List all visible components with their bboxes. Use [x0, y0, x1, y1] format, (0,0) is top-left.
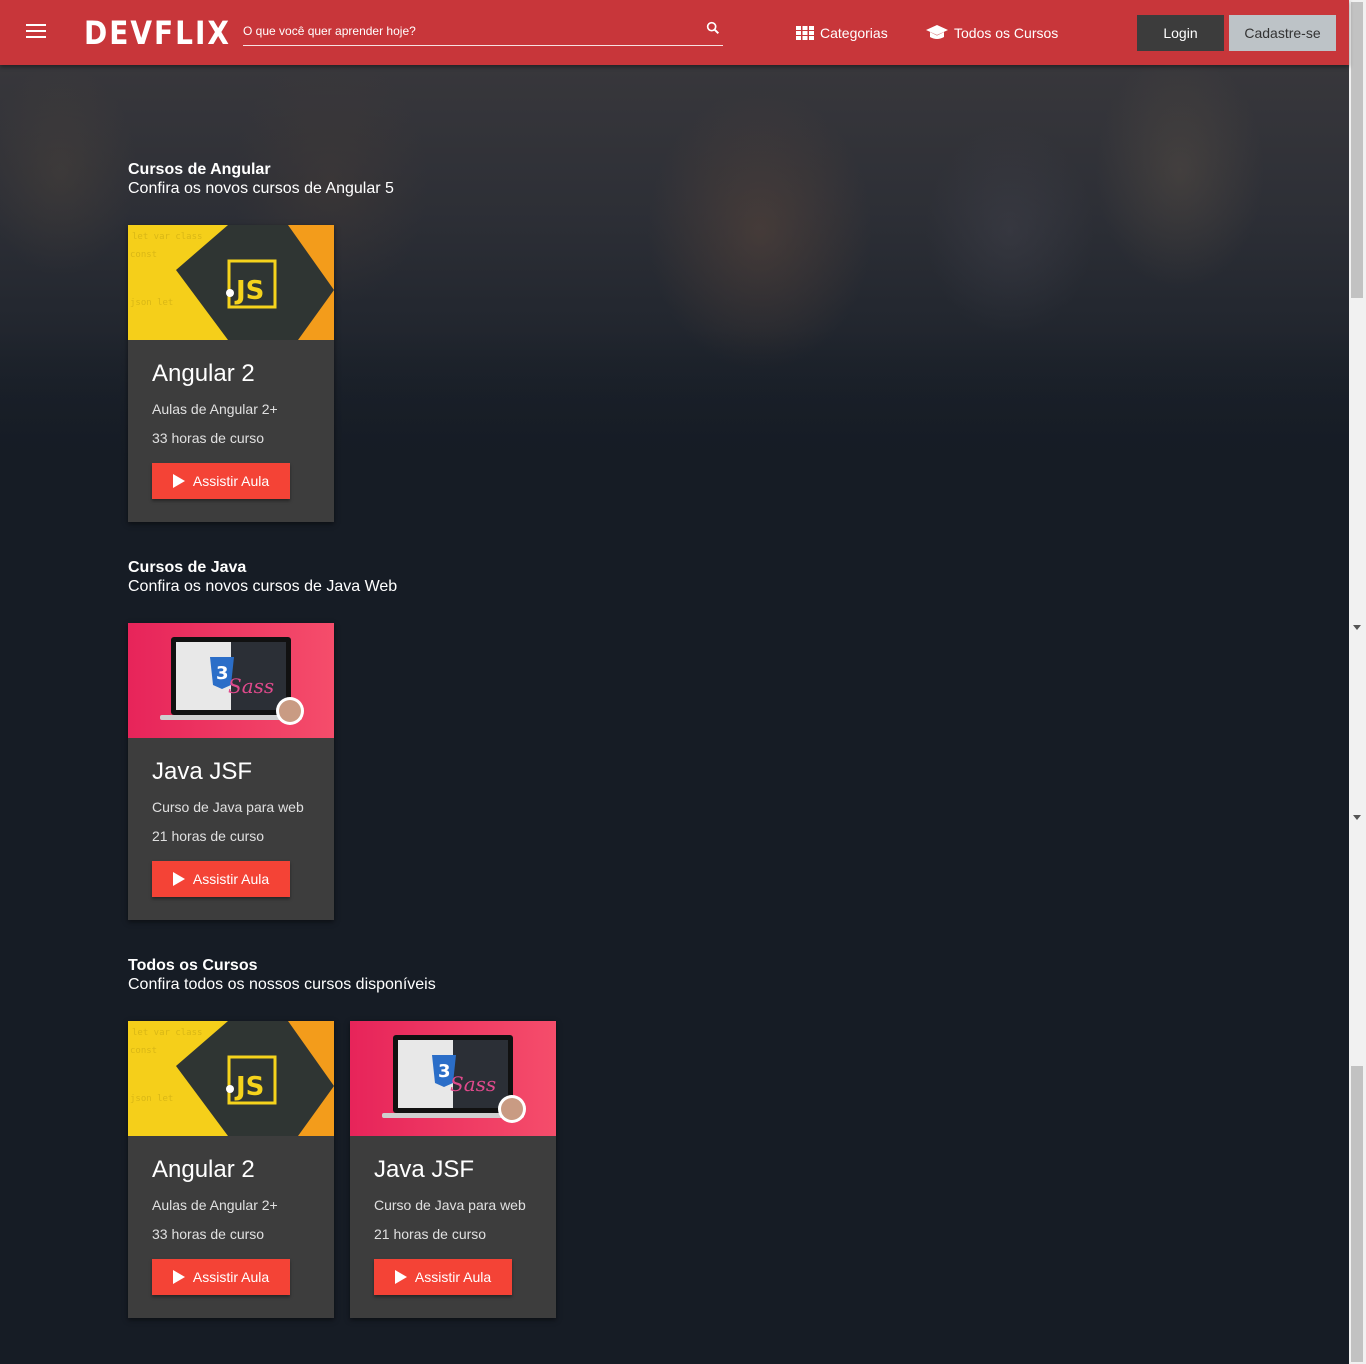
course-hours: 33 horas de curso	[152, 1226, 265, 1242]
search-icon[interactable]	[705, 20, 721, 36]
section-angular: Cursos de Angular Confira os novos curso…	[128, 160, 394, 522]
svg-text:JS: JS	[234, 276, 264, 306]
course-card[interactable]: 3 Sass Java JSF Curso de Java para web 2…	[128, 623, 334, 920]
course-list: JS let var class const json let Angular …	[128, 225, 334, 522]
css-sass-thumbnail: 3 Sass	[350, 1021, 556, 1136]
course-list: JS let var class const json let Angular …	[128, 1021, 556, 1318]
course-list: 3 Sass Java JSF Curso de Java para web 2…	[128, 623, 334, 920]
course-title: Java JSF	[374, 1156, 475, 1183]
play-icon	[172, 1270, 185, 1284]
watch-lesson-label: Assistir Aula	[192, 871, 270, 887]
watch-lesson-label: Assistir Aula	[192, 1269, 270, 1285]
course-hours: 21 horas de curso	[374, 1226, 487, 1242]
watch-lesson-label: Assistir Aula	[192, 473, 270, 489]
course-card[interactable]: JS let var class const json let Angular …	[128, 225, 334, 522]
section-subtitle: Confira os novos cursos de Java Web	[128, 578, 398, 595]
grid-icon	[796, 26, 814, 40]
play-icon	[394, 1270, 407, 1284]
nav-categorias[interactable]: Categorias	[796, 22, 888, 44]
svg-text:Sass: Sass	[450, 1072, 496, 1096]
section-all-courses: Todos os Cursos Confira todos os nossos …	[128, 956, 556, 1318]
watch-lesson-label: Assistir Aula	[414, 1269, 492, 1285]
watch-lesson-button[interactable]: Assistir Aula	[152, 463, 290, 499]
course-card[interactable]: 3 Sass Java JSF Curso de Java para web 2…	[350, 1021, 556, 1318]
course-title: Angular 2	[152, 1156, 255, 1183]
svg-text:3: 3	[216, 663, 229, 684]
section-subtitle: Confira os novos cursos de Angular 5	[128, 180, 394, 197]
course-title: Java JSF	[152, 758, 253, 785]
course-description: Curso de Java para web	[152, 799, 304, 815]
watch-lesson-button[interactable]: Assistir Aula	[152, 861, 290, 897]
svg-text:json let: json let	[130, 298, 173, 308]
hamburger-menu-icon[interactable]	[26, 24, 46, 40]
play-icon	[172, 872, 185, 886]
graduation-cap-icon	[926, 25, 948, 39]
scrollbar-thumb[interactable]	[1351, 1066, 1363, 1362]
section-title: Todos os Cursos	[128, 957, 258, 974]
svg-text:Sass: Sass	[228, 674, 274, 698]
svg-text:json let: json let	[130, 1094, 173, 1104]
signup-button[interactable]: Cadastre-se	[1229, 15, 1336, 51]
css-sass-thumbnail: 3 Sass	[128, 623, 334, 738]
course-title: Angular 2	[152, 360, 255, 387]
svg-text:const: const	[130, 250, 157, 260]
svg-text:3: 3	[438, 1061, 451, 1082]
svg-text:let var class: let var class	[132, 232, 202, 242]
top-navbar: DEVFLIX Categorias Todos os Cursos Login…	[0, 0, 1349, 65]
section-subtitle: Confira todos os nossos cursos disponíve…	[128, 976, 436, 993]
svg-text:const: const	[130, 1046, 157, 1056]
vertical-scrollbar[interactable]	[1349, 0, 1366, 1364]
section-title: Cursos de Java	[128, 559, 247, 576]
nav-categorias-label: Categorias	[820, 25, 888, 41]
nav-todos-os-cursos-label: Todos os Cursos	[954, 25, 1059, 41]
play-icon	[172, 474, 185, 488]
section-java: Cursos de Java Confira os novos cursos d…	[128, 558, 398, 920]
search-input[interactable]	[243, 24, 683, 38]
course-hours: 21 horas de curso	[152, 828, 265, 844]
course-description: Aulas de Angular 2+	[152, 1197, 278, 1213]
login-button[interactable]: Login	[1137, 15, 1224, 51]
devflix-logo[interactable]: DEVFLIX	[84, 14, 231, 52]
scrollbar-thumb[interactable]	[1351, 2, 1363, 298]
js-thumbnail: JS let var class const json let	[128, 1021, 334, 1136]
search-bar	[243, 16, 723, 46]
svg-text:JS: JS	[234, 1072, 264, 1102]
watch-lesson-button[interactable]: Assistir Aula	[152, 1259, 290, 1295]
js-thumbnail: JS let var class const json let	[128, 225, 334, 340]
scroll-down-arrow-icon[interactable]	[1353, 815, 1361, 820]
nav-todos-os-cursos[interactable]: Todos os Cursos	[926, 22, 1058, 44]
course-description: Curso de Java para web	[374, 1197, 526, 1213]
scroll-down-arrow-icon[interactable]	[1353, 625, 1361, 630]
course-card[interactable]: JS let var class const json let Angular …	[128, 1021, 334, 1318]
section-title: Cursos de Angular	[128, 161, 271, 178]
watch-lesson-button[interactable]: Assistir Aula	[374, 1259, 512, 1295]
course-hours: 33 horas de curso	[152, 430, 265, 446]
course-description: Aulas de Angular 2+	[152, 401, 278, 417]
svg-text:let var class: let var class	[132, 1028, 202, 1038]
